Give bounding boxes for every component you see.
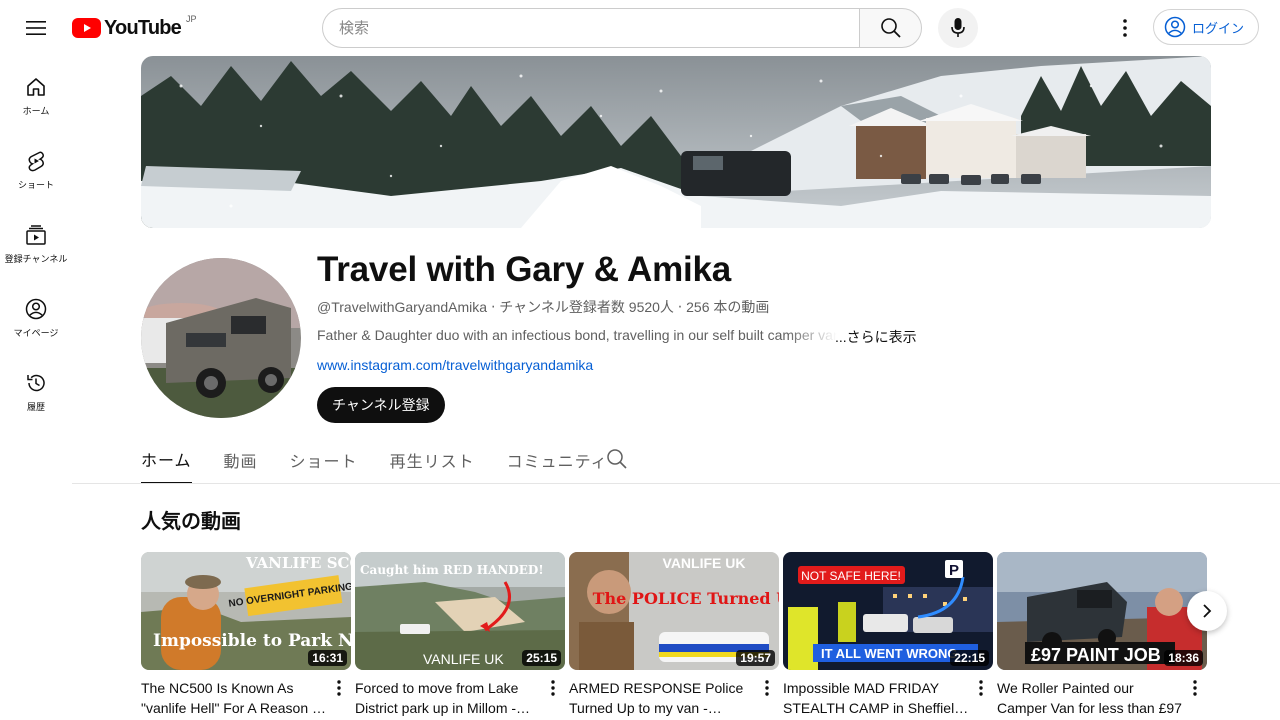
play-logo-icon (72, 18, 101, 38)
home-icon (27, 78, 45, 96)
vertical-dots-icon (1193, 680, 1197, 696)
search-button[interactable] (859, 8, 922, 48)
video-duration: 22:15 (950, 650, 989, 666)
voice-search-button[interactable] (938, 8, 978, 48)
video-menu-button[interactable] (541, 676, 565, 700)
thumbnail-overlay-text: NOT SAFE HERE! (801, 569, 901, 583)
hamburger-icon (26, 21, 46, 35)
thumbnail-overlay-text: Caught him RED HANDED! (360, 563, 544, 577)
video-title[interactable]: Forced to move from Lake District park u… (355, 678, 541, 718)
channel-description[interactable]: Father & Daughter duo with an infectious… (317, 327, 837, 343)
settings-more-button[interactable] (1105, 8, 1145, 48)
masthead: YouTube JP ログイン (0, 0, 1280, 56)
tab-playlists[interactable]: 再生リスト (390, 436, 475, 484)
tabs-divider (72, 483, 1280, 484)
video-title[interactable]: Impossible MAD FRIDAY STEALTH CAMP in Sh… (783, 678, 969, 718)
video-title[interactable]: The NC500 Is Known As "vanlife Hell" For… (141, 678, 327, 718)
video-card: VANLIFE SCOTLAND NO OVERNIGHT PARKING Im… (141, 552, 351, 718)
account-circle-icon (1164, 16, 1186, 38)
video-title[interactable]: ARMED RESPONSE Police Turned Up to my va… (569, 678, 755, 718)
guide-menu-button[interactable] (16, 8, 56, 48)
region-code: JP (185, 14, 197, 24)
video-duration: 19:57 (736, 650, 775, 666)
video-thumbnail[interactable]: £97 PAINT JOB 18:36 (997, 552, 1207, 670)
section-title: 人気の動画 (141, 511, 241, 533)
sidebar-item-history[interactable]: 履歴 (0, 352, 72, 426)
video-shelf: VANLIFE SCOTLAND NO OVERNIGHT PARKING Im… (141, 552, 1280, 720)
video-card: £97 PAINT JOB 18:36 We Roller Painted ou… (997, 552, 1207, 718)
sidebar-item-home[interactable]: ホーム (0, 56, 72, 130)
video-duration: 18:36 (1164, 650, 1203, 666)
search-input[interactable] (322, 8, 859, 48)
video-menu-button[interactable] (1183, 676, 1207, 700)
channel-external-link[interactable]: www.instagram.com/travelwithgaryandamika (317, 357, 593, 373)
channel-name: Travel with Gary & Amika (317, 250, 732, 289)
thumbnail-caption-text: Impossible to Park NC500 (NE coast) (153, 631, 351, 651)
thumbnail-caption-text: £97 PAINT JOB (1031, 645, 1161, 665)
chevron-right-icon (1203, 604, 1212, 618)
video-duration: 25:15 (522, 650, 561, 666)
vertical-dots-icon (551, 680, 555, 696)
video-card: Caught him RED HANDED! VANLIFE UK 25:15 … (355, 552, 565, 718)
thumbnail-caption-text: The POLICE Turned Up!! (593, 589, 779, 608)
subscribe-button[interactable]: チャンネル登録 (317, 387, 445, 423)
search-icon (607, 449, 627, 469)
channel-banner (141, 56, 1211, 228)
thumbnail-caption-text: VANLIFE UK (423, 651, 504, 667)
video-menu-button[interactable] (755, 676, 779, 700)
tab-videos[interactable]: 動画 (224, 436, 258, 484)
description-more-link[interactable]: ...さらに表示 (835, 327, 917, 347)
sidebar-item-label: 登録チャンネル (4, 254, 68, 264)
channel-avatar (141, 258, 301, 418)
banner-image (141, 56, 1211, 228)
sidebar-item-label: マイページ (13, 328, 59, 338)
login-button[interactable]: ログイン (1153, 9, 1260, 45)
video-title[interactable]: We Roller Painted our Camper Van for les… (997, 678, 1183, 718)
account-icon (25, 298, 47, 320)
video-card: P NOT SAFE HERE! IT ALL WENT WRONG 22:15… (783, 552, 993, 718)
tab-home[interactable]: ホーム (141, 436, 192, 484)
vertical-dots-icon (337, 680, 341, 696)
video-thumbnail[interactable]: Caught him RED HANDED! VANLIFE UK 25:15 (355, 552, 565, 670)
logo-wordmark: YouTube (104, 16, 182, 39)
avatar-image (141, 258, 301, 418)
sidebar-item-label: 履歴 (26, 402, 45, 412)
search-box (322, 8, 922, 48)
sidebar-item-shorts[interactable]: ショート (0, 130, 72, 204)
vertical-dots-icon (1123, 19, 1127, 37)
channel-meta: @TravelwithGaryandAmika ‧ チャンネル登録者数 9520… (317, 299, 770, 315)
shorts-icon (28, 151, 44, 172)
video-thumbnail[interactable]: VANLIFE SCOTLAND NO OVERNIGHT PARKING Im… (141, 552, 351, 670)
vertical-dots-icon (765, 680, 769, 696)
video-thumbnail[interactable]: VANLIFE UK The POLICE Turned Up!! 19:57 (569, 552, 779, 670)
login-label: ログイン (1192, 20, 1245, 36)
sidebar-item-label: ショート (17, 180, 54, 190)
video-menu-button[interactable] (327, 676, 351, 700)
sidebar-item-subscriptions[interactable]: 登録チャンネル (0, 204, 72, 278)
history-icon (27, 374, 45, 392)
thumbnail-overlay-text: VANLIFE UK (663, 555, 746, 571)
channel-search-button[interactable] (606, 448, 628, 475)
youtube-logo[interactable]: YouTube JP (72, 14, 197, 42)
shelf-next-button[interactable] (1187, 591, 1227, 631)
thumbnail-overlay-text: VANLIFE SCOTLAND (245, 554, 351, 572)
thumbnail-sign-text: P (949, 562, 959, 579)
thumbnail-caption-text: IT ALL WENT WRONG (821, 646, 957, 661)
video-thumbnail[interactable]: P NOT SAFE HERE! IT ALL WENT WRONG 22:15 (783, 552, 993, 670)
sidebar-item-you[interactable]: マイページ (0, 278, 72, 352)
vertical-dots-icon (979, 680, 983, 696)
mini-guide: ホーム ショート 登録チャンネル マイページ 履歴 (0, 56, 72, 426)
microphone-icon (951, 18, 965, 37)
video-menu-button[interactable] (969, 676, 993, 700)
video-duration: 16:31 (308, 650, 347, 666)
sidebar-item-label: ホーム (22, 106, 50, 116)
channel-tabs: ホーム 動画 ショート 再生リスト コミュニティ (141, 436, 640, 484)
tab-shorts[interactable]: ショート (290, 436, 358, 484)
subscriptions-icon (26, 225, 46, 245)
tab-community[interactable]: コミュニティ (507, 436, 608, 484)
video-card: VANLIFE UK The POLICE Turned Up!! 19:57 … (569, 552, 779, 718)
search-icon (880, 18, 901, 38)
